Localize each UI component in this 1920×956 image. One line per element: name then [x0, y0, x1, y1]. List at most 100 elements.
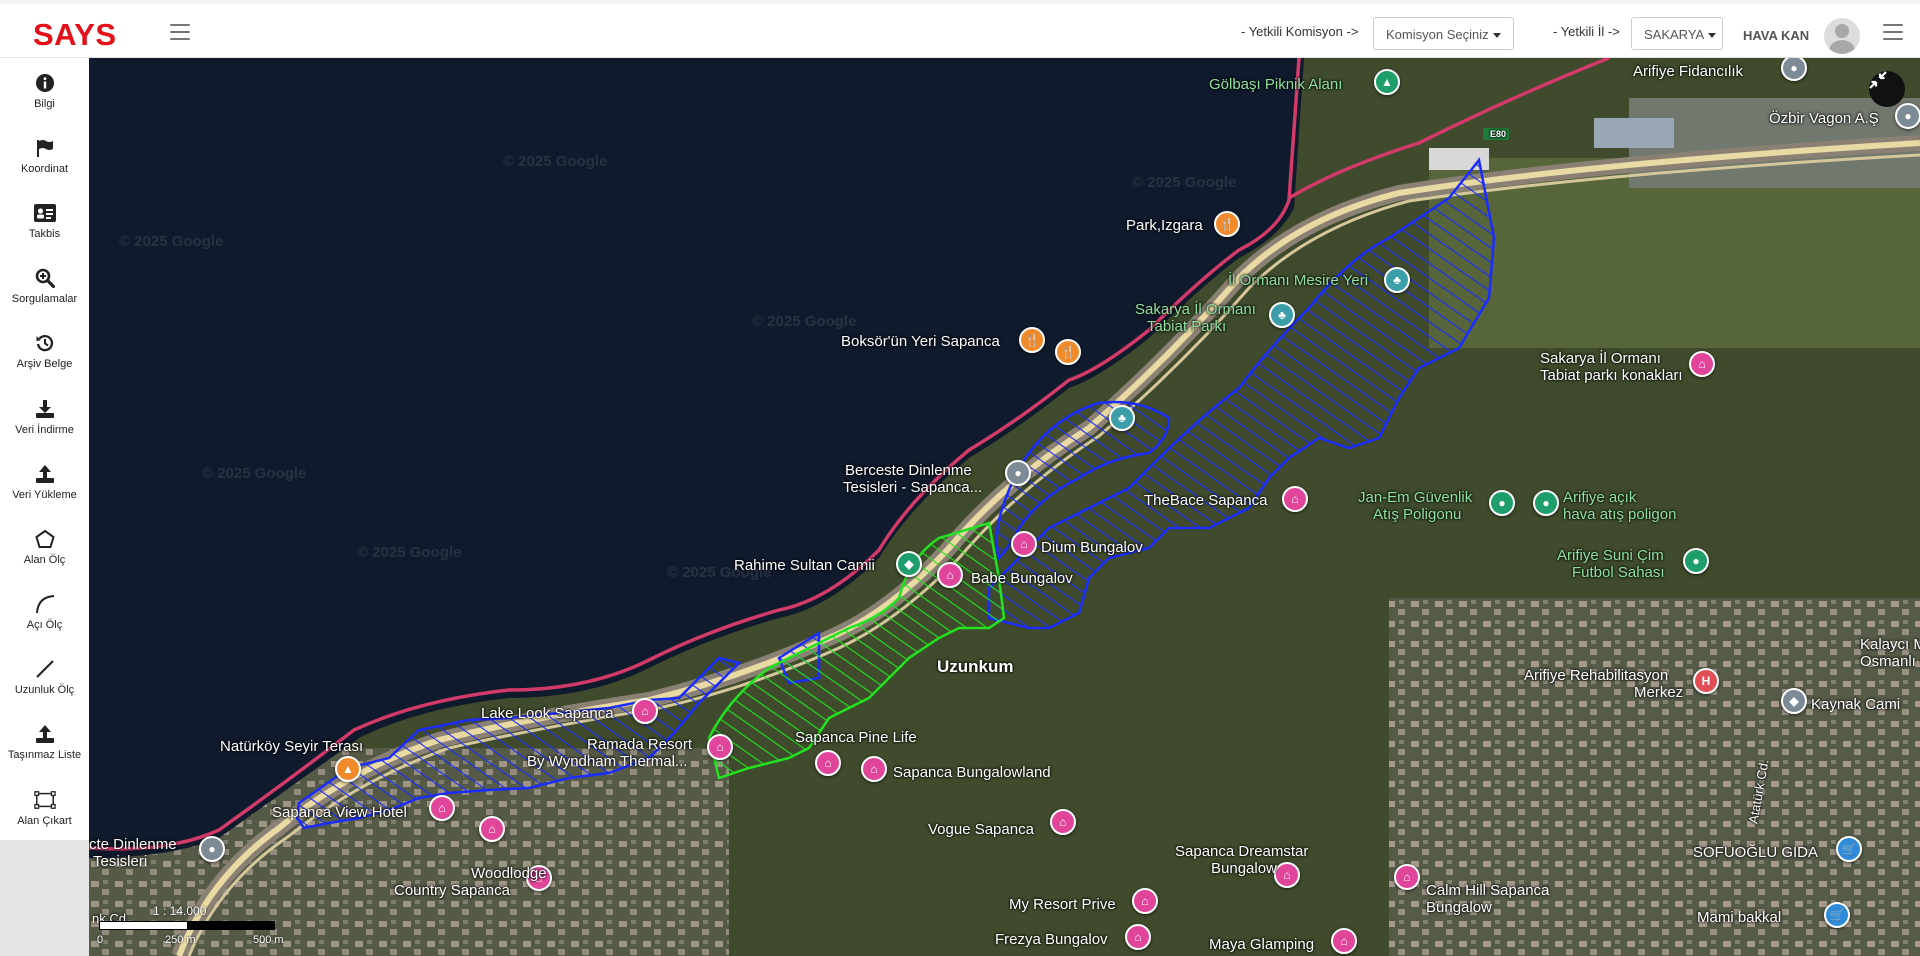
restaurant-pin-icon[interactable]: 🍴 — [1019, 327, 1045, 353]
hotel-pin-icon[interactable]: ⌂ — [1050, 809, 1076, 835]
scale-bar: 1 : 14.000 0 250 m 500 m — [95, 904, 295, 954]
collapse-icon — [1869, 71, 1887, 89]
place-pin-icon[interactable]: ● — [1683, 548, 1709, 574]
right-menu-icon[interactable] — [1883, 24, 1903, 40]
kalayci-label-1: Kalaycı Mer — [1860, 636, 1920, 653]
hotel-pin-icon[interactable]: ⌂ — [1282, 486, 1308, 512]
thebace-label: TheBace Sapanca — [1144, 492, 1268, 509]
vagon-roof — [1594, 118, 1674, 148]
tree-pin-icon[interactable]: ♣ — [1269, 302, 1295, 328]
arifiye-suni-label-2: Futbol Sahası — [1572, 564, 1665, 581]
my-resort-label: My Resort Prive — [1009, 896, 1116, 913]
sidebar-item-label: Taşınmaz Liste — [7, 749, 82, 762]
hotel-pin-icon[interactable]: ⌂ — [479, 816, 505, 842]
hospital-pin-icon[interactable]: H — [1693, 668, 1719, 694]
woodlodge-label-2: Country Sapanca — [394, 882, 510, 899]
hotel-pin-icon[interactable]: ⌂ — [1132, 888, 1158, 914]
sidebar-menu: Bilgi Koordinat Takbis Sorgulamalar Arşi… — [0, 58, 89, 841]
sidebar-item-arsiv-belge[interactable]: Arşiv Belge — [0, 319, 89, 384]
sidebar-item-label: Uzunluk Ölç — [14, 684, 75, 697]
sidebar-item-veri-indirme[interactable]: Veri İndirme — [0, 384, 89, 449]
hotel-pin-icon[interactable]: ⌂ — [861, 756, 887, 782]
e80-label: E80 — [1490, 129, 1507, 139]
sidebar-item-uzunluk-olc[interactable]: Uzunluk Ölç — [0, 645, 89, 710]
dreamstar-label-1: Sapanca Dreamstar — [1175, 843, 1309, 860]
golbasi-label: Gölbaşı Piknik Alanı — [1209, 76, 1343, 93]
uzunkum-label: Uzunkum — [937, 657, 1014, 676]
hotel-pin-icon[interactable]: ⌂ — [1394, 864, 1420, 890]
rest-area-pin-icon[interactable]: ● — [199, 836, 225, 862]
park-pin-icon[interactable]: ▲ — [1374, 69, 1400, 95]
sidebar-item-bilgi[interactable]: Bilgi — [0, 58, 89, 123]
sidebar-item-tasinmaz-liste[interactable]: Taşınmaz Liste — [0, 710, 89, 775]
map-canvas[interactable]: © 2025 Google © 2025 Google © 2025 Googl… — [89, 58, 1920, 956]
shop-pin-icon[interactable]: 🛒 — [1824, 902, 1850, 928]
konaklari-label-1: Sakarya İl Ormanı — [1540, 350, 1661, 367]
sidebar-item-sorgulamalar[interactable]: Sorgulamalar — [0, 254, 89, 319]
rahime-label: Rahime Sultan Camii — [734, 557, 875, 574]
sidebar-item-label: Açı Ölç — [26, 619, 63, 632]
hotel-pin-icon[interactable]: ⌂ — [815, 750, 841, 776]
dreamstar-label-2: Bungalow — [1211, 860, 1277, 877]
maya-label: Maya Glamping — [1209, 936, 1315, 953]
mosque-pin-icon[interactable]: ◆ — [1781, 688, 1807, 714]
tree-pin-icon[interactable]: ♣ — [1384, 267, 1410, 293]
user-name[interactable]: HAVA KAN — [1743, 28, 1809, 43]
sidebar-item-takbis[interactable]: Takbis — [0, 188, 89, 253]
bungalowland-label: Sapanca Bungalowland — [893, 764, 1051, 781]
sidebar-item-label: Arşiv Belge — [16, 358, 73, 371]
sidebar-item-veri-yukleme[interactable]: Veri Yükleme — [0, 449, 89, 514]
menu-toggle-icon[interactable] — [170, 24, 190, 40]
sidebar-item-label: Koordinat — [20, 162, 69, 175]
search-plus-icon — [34, 267, 56, 289]
restaurant-pin-icon[interactable]: 🍴 — [1214, 211, 1240, 237]
boksor-label: Boksör'ün Yeri Sapanca — [841, 333, 1000, 350]
fullscreen-button[interactable] — [1869, 71, 1905, 107]
hotel-pin-icon[interactable]: ⌂ — [1689, 351, 1715, 377]
pentagon-icon — [34, 528, 56, 550]
janem-label-1: Jan-Em Güvenlik — [1358, 489, 1473, 506]
sidebar-item-alan-cikart[interactable]: Alan Çıkart — [0, 775, 89, 840]
commission-label: - Yetkili Komisyon -> — [1241, 24, 1359, 39]
sidebar-item-label: Alan Çıkart — [17, 814, 72, 827]
place-pin-icon[interactable]: ● — [1489, 490, 1515, 516]
scale-ratio: 1 : 14.000 — [153, 904, 207, 918]
history-icon — [34, 332, 56, 354]
tree-pin-icon[interactable]: ♣ — [1109, 405, 1135, 431]
sidebar-item-alan-olc[interactable]: Alan Ölç — [0, 514, 89, 579]
commission-select[interactable]: Komisyon Seçiniz — [1373, 17, 1514, 50]
rest-area-pin-icon[interactable]: ● — [1005, 460, 1031, 486]
calm-hill-label-2: Bungalow — [1426, 899, 1492, 916]
pine-life-label: Sapanca Pine Life — [795, 729, 917, 746]
shop-pin-icon[interactable]: 🛒 — [1836, 836, 1862, 862]
avatar[interactable] — [1824, 18, 1860, 54]
hotel-pin-icon[interactable]: ⌂ — [632, 698, 658, 724]
info-icon — [34, 72, 56, 94]
kalayci-label-2: Osmanlı Ca — [1860, 653, 1920, 670]
hotel-pin-icon[interactable]: ⌂ — [937, 562, 963, 588]
hotel-pin-icon[interactable]: ⌂ — [429, 795, 455, 821]
viewpoint-pin-icon[interactable]: ▲ — [335, 756, 361, 782]
hotel-pin-icon[interactable]: ⌂ — [1331, 928, 1357, 954]
place-pin-icon[interactable]: ● — [1533, 490, 1559, 516]
restaurant-pin-icon[interactable]: 🍴 — [1055, 339, 1081, 365]
place-pin-icon[interactable]: ● — [1895, 103, 1920, 129]
sofuoglu-label: SOFUOĞLU GIDA — [1693, 844, 1819, 861]
mosque-pin-icon[interactable]: ◆ — [896, 551, 922, 577]
arifiye-acik-label-2: hava atış poligon — [1563, 506, 1677, 523]
hotel-pin-icon[interactable]: ⌂ — [707, 734, 733, 760]
hotel-pin-icon[interactable]: ⌂ — [1125, 924, 1151, 950]
hotel-pin-icon[interactable]: ⌂ — [1011, 531, 1037, 557]
province-select[interactable]: SAKARYA — [1631, 17, 1723, 50]
hotel-pin-icon[interactable]: ⌂ — [1274, 862, 1300, 888]
sidebar-item-aci-olc[interactable]: Açı Ölç — [0, 580, 89, 645]
arc-icon — [34, 593, 56, 615]
arifiye-fidan-label: Arifiye Fidancılık — [1633, 63, 1744, 80]
il-ormani-mesire-label: İl Ormanı Mesire Yeri — [1228, 272, 1369, 289]
app-logo[interactable]: SAYS — [33, 17, 117, 53]
bercesle-label-1: Berceste Dinlenme — [845, 462, 972, 479]
sidebar-item-koordinat[interactable]: Koordinat — [0, 123, 89, 188]
sidebar-item-label: Bilgi — [34, 97, 55, 110]
dinlenme-label-2: Tesisleri — [93, 853, 148, 870]
upload-icon — [34, 463, 56, 485]
